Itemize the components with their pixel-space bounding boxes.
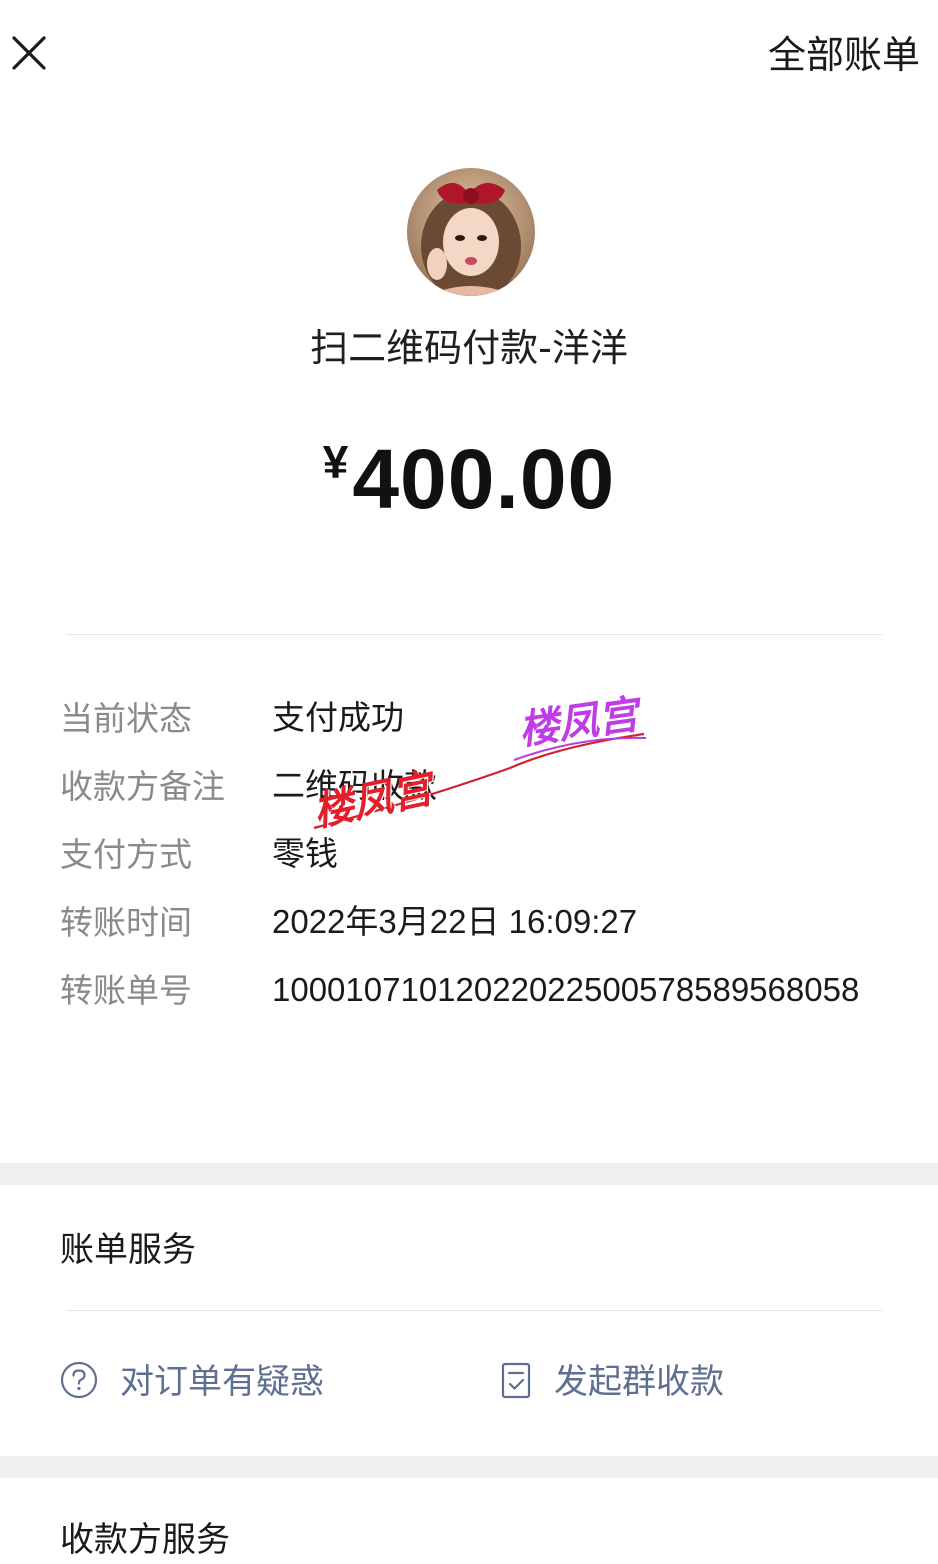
top-bar: 全部账单: [0, 0, 938, 110]
section-gap: [0, 1456, 938, 1478]
payee-service-title: 收款方服务: [60, 1520, 230, 1560]
question-order-label: 对订单有疑惑: [120, 1362, 324, 1402]
avatar: [407, 168, 535, 296]
amount-value: 400.00: [352, 432, 616, 526]
bill-service-title: 账单服务: [60, 1230, 196, 1270]
detail-label: 转账单号: [60, 971, 192, 1010]
detail-row-transfer-id: 转账单号 10001071012022022500578589568058: [60, 966, 880, 1016]
payee-title: 扫二维码付款-洋洋: [310, 326, 628, 370]
group-collect-button[interactable]: 发起群收款: [500, 1358, 724, 1406]
detail-value: 10001071012022022500578589568058: [272, 971, 860, 1008]
question-circle-icon: [60, 1361, 98, 1403]
detail-label: 收款方备注: [60, 767, 225, 806]
detail-row-status: 当前状态 支付成功: [60, 694, 880, 744]
detail-value: 零钱: [272, 834, 338, 873]
currency-symbol: ¥: [322, 436, 349, 488]
detail-row-payee-note: 收款方备注 二维码收款: [60, 762, 880, 812]
detail-list: 当前状态 支付成功 收款方备注 二维码收款 支付方式 零钱 转账时间 2022年…: [60, 694, 880, 1034]
close-icon[interactable]: [6, 30, 52, 76]
detail-row-payment-method: 支付方式 零钱: [60, 830, 880, 880]
detail-label: 转账时间: [60, 903, 192, 942]
detail-label: 支付方式: [60, 835, 192, 874]
detail-label: 当前状态: [60, 699, 192, 738]
detail-value: 二维码收款: [272, 766, 437, 805]
detail-value: 2022年3月22日 16:09:27: [272, 903, 638, 940]
detail-value: 支付成功: [272, 698, 404, 737]
divider: [66, 1310, 882, 1311]
question-order-button[interactable]: 对订单有疑惑: [60, 1358, 324, 1406]
amount-display: ¥400.00: [0, 414, 938, 552]
document-check-icon: [500, 1360, 532, 1404]
divider: [66, 634, 882, 635]
detail-row-transfer-time: 转账时间 2022年3月22日 16:09:27: [60, 898, 880, 948]
all-bills-link[interactable]: 全部账单: [768, 30, 920, 80]
group-collect-label: 发起群收款: [554, 1362, 724, 1402]
section-gap: [0, 1163, 938, 1185]
